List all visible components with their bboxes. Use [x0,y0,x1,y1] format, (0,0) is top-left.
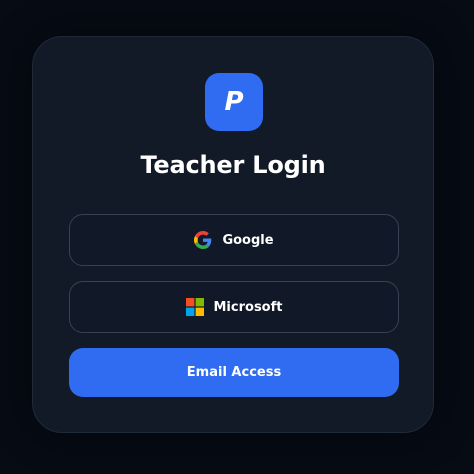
google-login-button[interactable]: Google [69,214,399,266]
google-g-icon [194,231,212,249]
app-logo: P [205,73,263,131]
app-logo-letter: P [224,87,244,117]
microsoft-logo-icon [185,298,204,316]
microsoft-login-label: Microsoft [213,299,283,315]
page-title: Teacher Login [140,151,326,179]
microsoft-login-button[interactable]: Microsoft [69,281,399,333]
google-login-label: Google [222,232,274,248]
email-access-button[interactable]: Email Access [69,348,399,397]
email-access-label: Email Access [186,365,282,380]
login-card: P Teacher Login Google Microsoft Email A… [32,36,434,433]
